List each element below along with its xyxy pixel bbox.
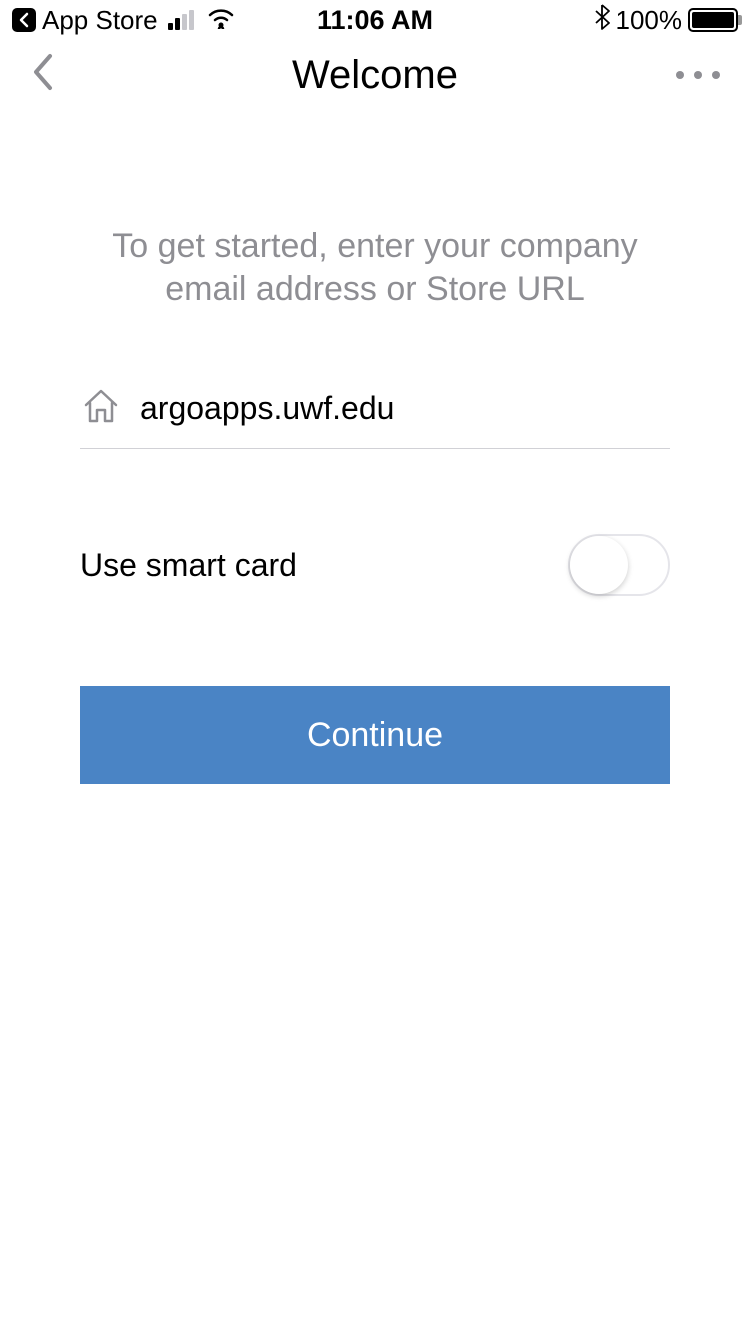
status-right: 100% — [594, 4, 739, 37]
status-bar: App Store 11:06 AM 100% — [0, 0, 750, 40]
back-to-app-label[interactable]: App Store — [42, 5, 158, 36]
back-button[interactable] — [30, 50, 56, 101]
status-time: 11:06 AM — [317, 5, 433, 36]
main-content: To get started, enter your company email… — [0, 225, 750, 784]
cellular-signal-icon — [168, 10, 194, 30]
bluetooth-icon — [594, 4, 610, 37]
back-to-app-badge[interactable] — [12, 8, 36, 32]
battery-icon — [688, 8, 738, 32]
toggle-knob — [570, 536, 628, 594]
store-url-input[interactable] — [140, 390, 670, 427]
battery-percentage: 100% — [616, 5, 683, 36]
status-left: App Store — [12, 5, 236, 36]
instruction-text: To get started, enter your company email… — [80, 225, 670, 310]
smart-card-row: Use smart card — [80, 534, 670, 596]
smart-card-toggle[interactable] — [568, 534, 670, 596]
continue-button[interactable]: Continue — [80, 686, 670, 784]
smart-card-label: Use smart card — [80, 547, 297, 584]
more-options-button[interactable] — [676, 71, 720, 79]
wifi-icon — [206, 5, 236, 36]
page-title: Welcome — [292, 53, 458, 98]
home-icon — [80, 385, 122, 432]
nav-bar: Welcome — [0, 40, 750, 110]
url-input-row — [80, 385, 670, 449]
